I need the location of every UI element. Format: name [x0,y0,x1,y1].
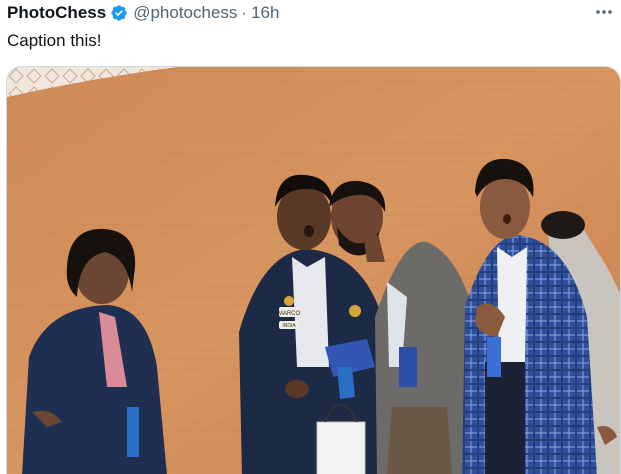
verified-badge-icon [111,5,127,21]
tweet-header: PhotoChess @photochess · 16h [7,2,611,24]
timestamp[interactable]: 16h [251,3,279,23]
more-horizontal-icon[interactable] [593,2,615,22]
separator-dot: · [241,3,248,22]
name-tag-text: INDIA [282,323,296,329]
tweet-text: Caption this! [7,31,102,50]
tweet-photo[interactable]: MARCO INDIA [6,66,621,474]
author-handle[interactable]: @photochess [133,3,237,23]
badge-text: MARCO [278,311,301,317]
author-name[interactable]: PhotoChess [7,3,106,23]
